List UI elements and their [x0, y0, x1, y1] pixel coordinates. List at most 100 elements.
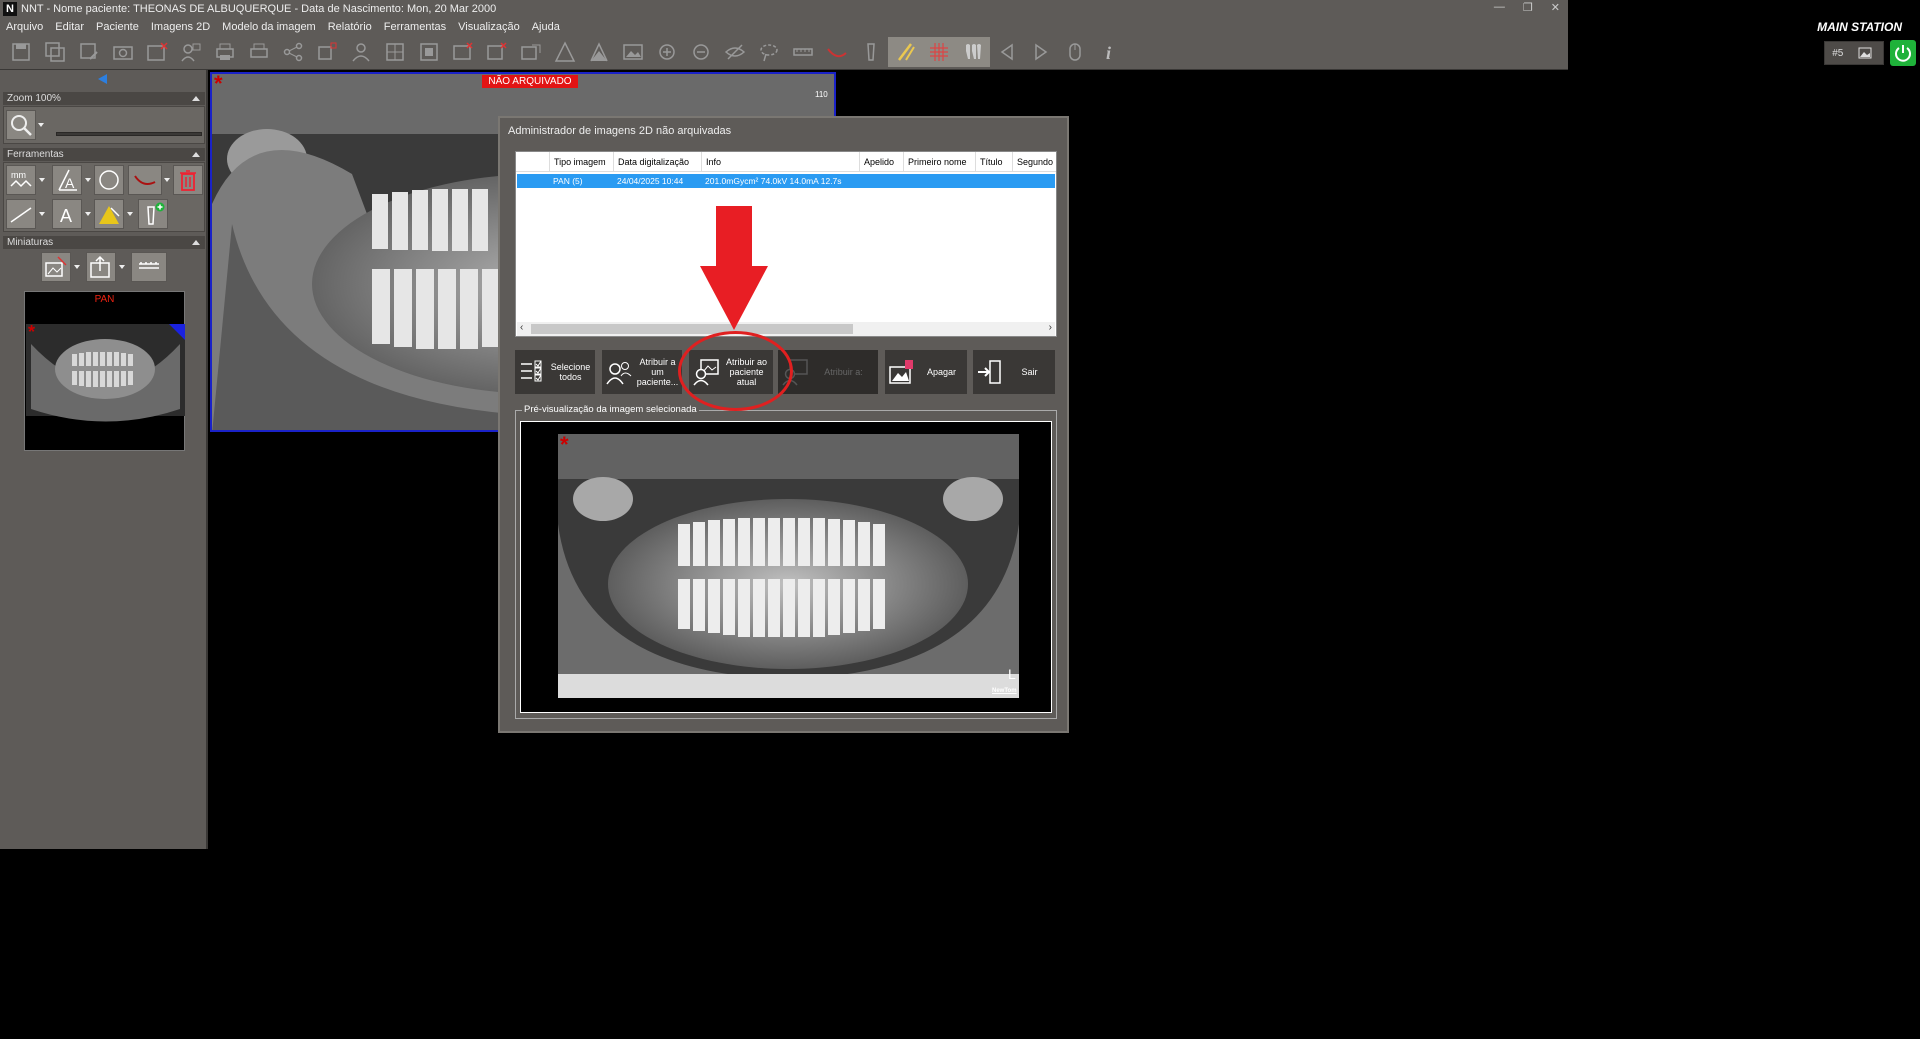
sharpen-icon[interactable]: [548, 37, 582, 67]
assign-to-patient-button[interactable]: Atribuir a um paciente...: [602, 350, 682, 394]
power-button[interactable]: [1890, 40, 1916, 66]
frame-icon[interactable]: [412, 37, 446, 67]
scrollbar-thumb[interactable]: [531, 324, 853, 334]
print-preview-icon[interactable]: [242, 37, 276, 67]
zoom-tool-button[interactable]: [6, 110, 36, 140]
nerve-icon[interactable]: [820, 37, 854, 67]
scroll-left-icon[interactable]: ‹: [520, 322, 523, 333]
window-controls: — ❐ ✕: [1494, 1, 1560, 14]
ruler-icon[interactable]: [786, 37, 820, 67]
share-icon[interactable]: [276, 37, 310, 67]
pencil-icon[interactable]: [888, 37, 922, 67]
zoom-dropdown[interactable]: [36, 110, 45, 140]
thumbnail-label: PAN: [94, 294, 115, 305]
app-logo: N: [3, 2, 17, 16]
angle-tool-button[interactable]: A: [52, 165, 82, 195]
tools-section-header[interactable]: Ferramentas: [3, 148, 205, 161]
delete-image-icon[interactable]: [310, 37, 344, 67]
column-header[interactable]: Tipo imagem: [549, 152, 613, 172]
collapse-arrow-icon[interactable]: [98, 74, 107, 84]
close-icon[interactable]: ✕: [1551, 1, 1560, 14]
image-icon[interactable]: [616, 37, 650, 67]
measure-tool-button[interactable]: mm: [6, 165, 36, 195]
save-icon[interactable]: [4, 37, 38, 67]
menu-visualizacao[interactable]: Visualização: [458, 21, 520, 33]
exit-button[interactable]: Sair: [973, 350, 1055, 394]
menu-paciente[interactable]: Paciente: [96, 21, 139, 33]
zoom-in-icon[interactable]: [650, 37, 684, 67]
zoom-section-header[interactable]: Zoom 100%: [3, 92, 205, 105]
menu-ajuda[interactable]: Ajuda: [532, 21, 560, 33]
image-delete-icon[interactable]: [446, 37, 480, 67]
assign-patient-icon[interactable]: [174, 37, 208, 67]
teeth-icon[interactable]: [956, 37, 990, 67]
annotate-dropdown[interactable]: [125, 199, 134, 229]
scroll-right-icon[interactable]: ›: [1049, 322, 1052, 333]
menu-ferramentas[interactable]: Ferramentas: [384, 21, 446, 33]
mouse-icon[interactable]: [1058, 37, 1092, 67]
table-row[interactable]: PAN (5) 24/04/2025 10:44 201.0mGycm² 74.…: [517, 174, 1055, 188]
image-export-icon: [90, 255, 110, 278]
column-header[interactable]: Info: [701, 152, 859, 172]
preview-xray-image: *: [558, 434, 1019, 698]
measure-icon: mm: [10, 170, 32, 188]
nerve-tool-button[interactable]: [128, 165, 162, 195]
horizontal-scrollbar[interactable]: ‹ ›: [517, 322, 1055, 336]
nerve-dropdown[interactable]: [162, 165, 171, 195]
measure-dropdown[interactable]: [37, 165, 46, 195]
angle-dropdown[interactable]: [83, 165, 92, 195]
delete-tool-button[interactable]: [173, 165, 203, 195]
zoom-out-icon[interactable]: [684, 37, 718, 67]
thumbs-section-header[interactable]: Miniaturas: [3, 236, 205, 249]
text-tool-button[interactable]: A: [52, 199, 82, 229]
save-all-icon[interactable]: [38, 37, 72, 67]
implant-icon[interactable]: [854, 37, 888, 67]
menu-imagens-2d[interactable]: Imagens 2D: [151, 21, 210, 33]
menu-arquivo[interactable]: Arquivo: [6, 21, 43, 33]
menu-relatorio[interactable]: Relatório: [328, 21, 372, 33]
thumb-layout-button[interactable]: [131, 252, 167, 282]
camera-icon[interactable]: [106, 37, 140, 67]
annotate-tool-button[interactable]: [94, 199, 124, 229]
delete-multiple-icon[interactable]: [480, 37, 514, 67]
export-icon[interactable]: [514, 37, 548, 67]
save-as-icon[interactable]: [72, 37, 106, 67]
thumb-export-button[interactable]: [86, 252, 116, 282]
column-header[interactable]: Título: [975, 152, 1012, 172]
line-dropdown[interactable]: [37, 199, 46, 229]
thumbnail-pan[interactable]: PAN *: [24, 291, 185, 451]
minimize-icon[interactable]: —: [1494, 1, 1505, 14]
contrast-icon[interactable]: [582, 37, 616, 67]
zoom-slider-track[interactable]: [56, 132, 202, 136]
column-header[interactable]: Apelido: [859, 152, 903, 172]
add-implant-button[interactable]: [138, 199, 168, 229]
crop-icon[interactable]: [378, 37, 412, 67]
info-icon[interactable]: i: [1092, 37, 1126, 67]
close-image-icon[interactable]: [140, 37, 174, 67]
lasso-icon[interactable]: [752, 37, 786, 67]
menu-modelo-imagem[interactable]: Modelo da imagem: [222, 21, 316, 33]
next-icon[interactable]: [1024, 37, 1058, 67]
grid-icon[interactable]: [922, 37, 956, 67]
line-tool-button[interactable]: [6, 199, 36, 229]
hide-icon[interactable]: [718, 37, 752, 67]
patient-icon[interactable]: [344, 37, 378, 67]
circle-tool-button[interactable]: [94, 165, 124, 195]
column-header[interactable]: Segundo n: [1012, 152, 1056, 172]
thumb-edit-button[interactable]: [41, 252, 71, 282]
prev-icon[interactable]: [990, 37, 1024, 67]
thumb-export-dropdown[interactable]: [117, 252, 126, 282]
station-selector[interactable]: #5: [1824, 41, 1884, 65]
assign-to-button[interactable]: Atribuir a:: [778, 350, 878, 394]
nerve-canal-icon: [134, 175, 156, 185]
column-header[interactable]: Primeiro nome: [903, 152, 975, 172]
column-header[interactable]: Data digitalização: [613, 152, 701, 172]
text-dropdown[interactable]: [83, 199, 92, 229]
delete-label: Apagar: [926, 367, 957, 377]
restore-icon[interactable]: ❐: [1523, 1, 1533, 14]
delete-button[interactable]: Apagar: [885, 350, 967, 394]
thumb-edit-dropdown[interactable]: [72, 252, 81, 282]
menu-editar[interactable]: Editar: [55, 21, 84, 33]
select-all-button[interactable]: Selecione todos: [515, 350, 595, 394]
print-icon[interactable]: [208, 37, 242, 67]
